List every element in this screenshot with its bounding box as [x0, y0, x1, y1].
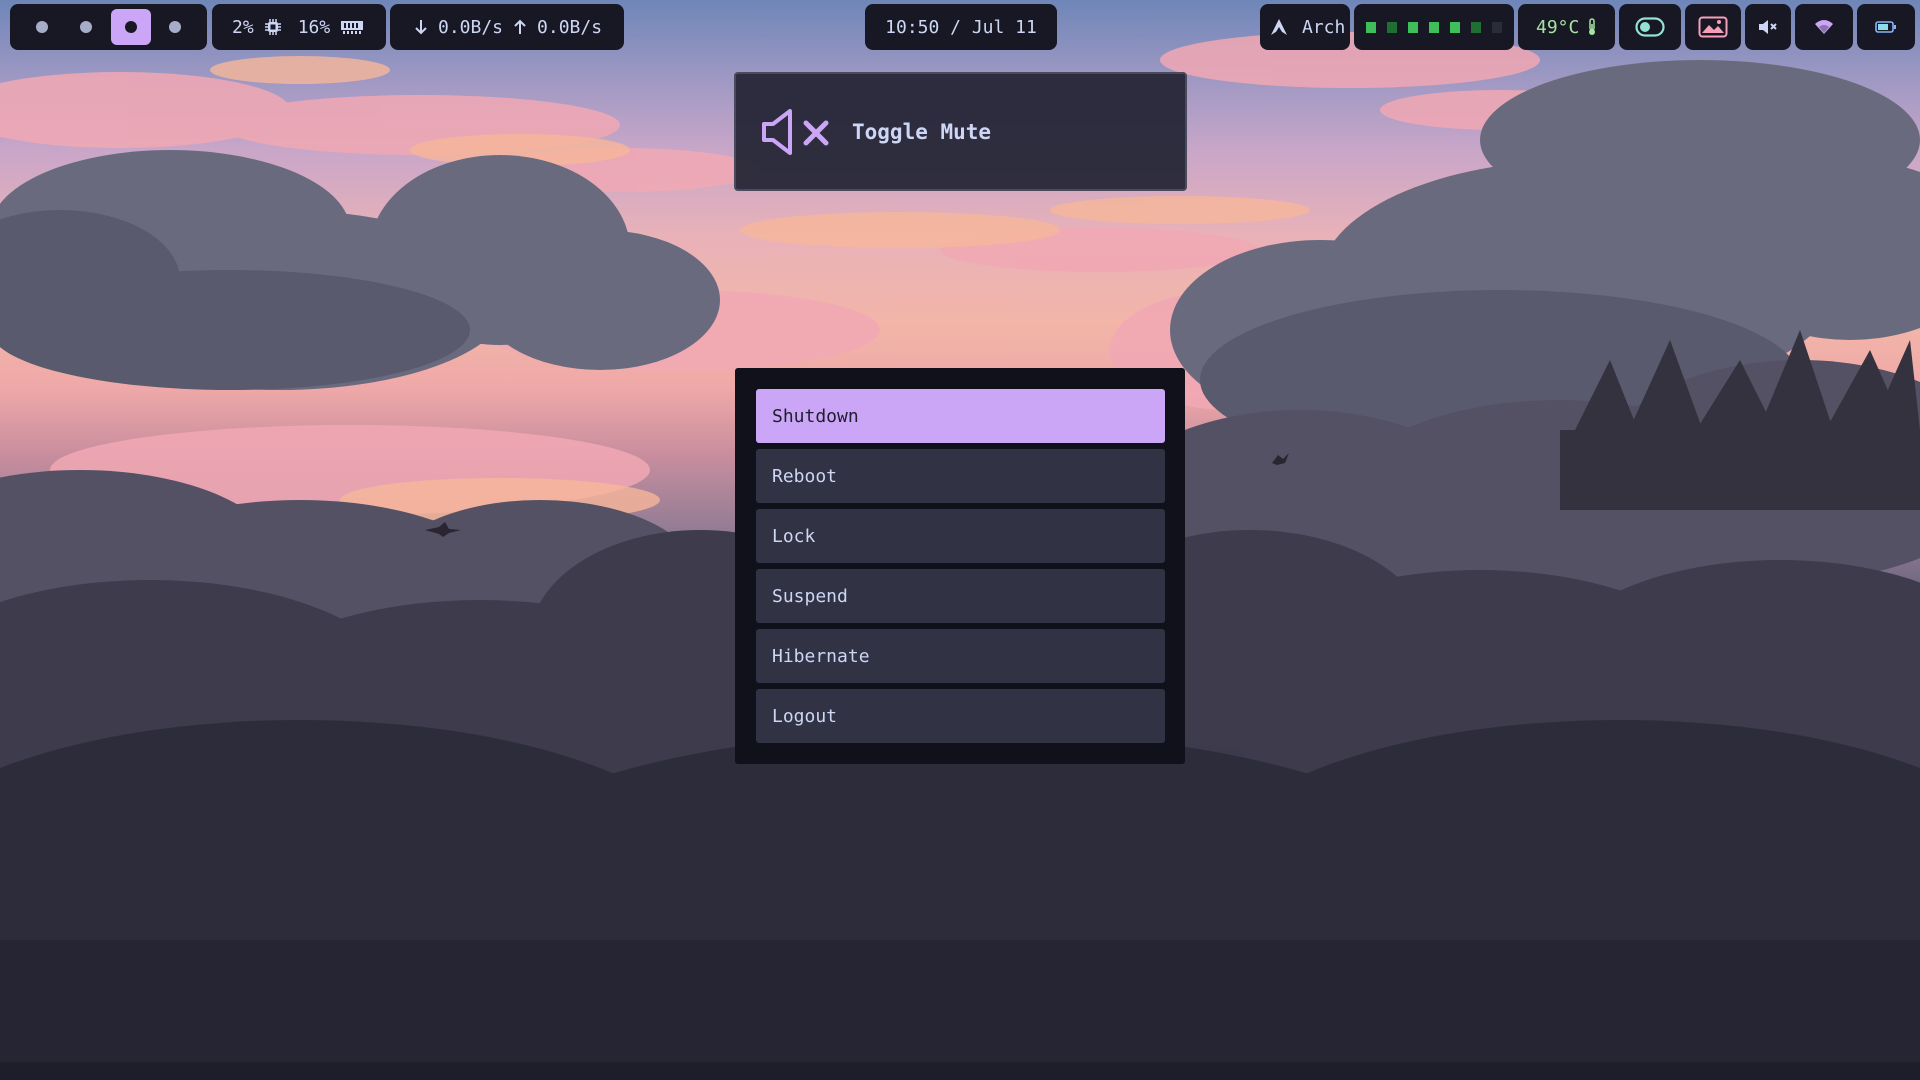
audio-visualizer: [1354, 4, 1514, 50]
temperature-widget[interactable]: 49°C: [1518, 4, 1615, 50]
toggle-switch-icon: [1635, 17, 1665, 37]
download-arrow-icon: [414, 18, 428, 36]
menu-item-label: Hibernate: [772, 645, 870, 667]
workspace-switcher: [10, 4, 207, 50]
menu-item-lock[interactable]: Lock: [756, 509, 1165, 563]
workspace-dot-icon: [124, 21, 137, 33]
cpu-chip-icon: [264, 18, 282, 36]
visualizer-bar: [1387, 21, 1397, 33]
menu-item-label: Reboot: [772, 465, 838, 487]
visualizer-bar: [1366, 21, 1376, 33]
upload-arrow-icon: [513, 18, 527, 36]
visualizer-bar: [1471, 21, 1481, 33]
arch-logo-icon: [1270, 18, 1288, 36]
os-launcher[interactable]: Arch: [1260, 4, 1350, 50]
cpu-usage: 2%: [232, 16, 254, 38]
menu-item-label: Shutdown: [772, 405, 859, 427]
menu-item-label: Suspend: [772, 585, 848, 607]
os-name: Arch: [1302, 16, 1346, 38]
wallpaper-button[interactable]: [1685, 4, 1741, 50]
workspace-dot-icon: [80, 21, 93, 33]
clock-text: 10:50 / Jul 11: [885, 16, 1037, 38]
upload-rate: 0.0B/s: [537, 16, 603, 38]
wifi-button[interactable]: [1795, 4, 1853, 50]
toggle-button[interactable]: [1619, 4, 1681, 50]
memory-usage: 16%: [297, 16, 331, 38]
menu-item-label: Logout: [772, 705, 838, 727]
download-rate: 0.0B/s: [438, 16, 504, 38]
workspace-dot-icon: [168, 21, 181, 33]
image-icon: [1698, 16, 1728, 38]
wifi-icon: [1814, 19, 1834, 35]
visualizer-bar: [1408, 21, 1418, 33]
temperature-value: 49°C: [1536, 16, 1580, 38]
power-menu: Shutdown Reboot Lock Suspend Hibernate L…: [735, 368, 1185, 764]
osd-label: Toggle Mute: [852, 119, 992, 144]
workspace-4-button[interactable]: [155, 9, 195, 45]
clock-widget[interactable]: 10:50 / Jul 11: [865, 4, 1057, 50]
menu-item-logout[interactable]: Logout: [756, 689, 1165, 743]
volume-osd: Toggle Mute: [734, 72, 1187, 191]
visualizer-bar: [1492, 21, 1502, 33]
workspace-1-button[interactable]: [22, 9, 62, 45]
menu-item-hibernate[interactable]: Hibernate: [756, 629, 1165, 683]
workspace-3-button-active[interactable]: [110, 9, 151, 45]
network-speed[interactable]: 0.0B/s 0.0B/s: [390, 4, 624, 50]
menu-item-suspend[interactable]: Suspend: [756, 569, 1165, 623]
workspace-2-button[interactable]: [66, 9, 106, 45]
speaker-muted-icon: [760, 107, 832, 157]
menu-item-shutdown[interactable]: Shutdown: [756, 389, 1165, 443]
menu-item-reboot[interactable]: Reboot: [756, 449, 1165, 503]
visualizer-bar: [1450, 21, 1460, 33]
battery-icon: [1875, 21, 1897, 33]
workspace-dot-icon: [36, 21, 48, 33]
thermometer-icon: [1587, 18, 1597, 36]
volume-muted-icon: [1757, 18, 1779, 36]
system-stats[interactable]: 2% 16%: [212, 4, 386, 50]
volume-button[interactable]: [1745, 4, 1791, 50]
bottom-edge: [0, 1062, 1920, 1080]
battery-widget[interactable]: [1857, 4, 1915, 50]
menu-item-label: Lock: [772, 525, 816, 547]
visualizer-bar: [1429, 21, 1439, 33]
ram-icon: [340, 19, 364, 35]
